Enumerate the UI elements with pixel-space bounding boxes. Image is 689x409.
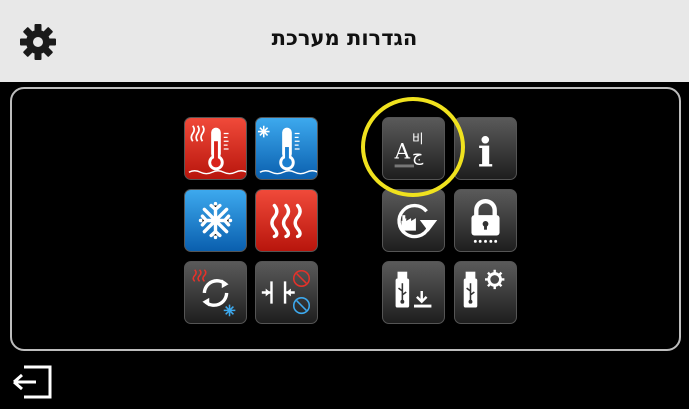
usb-settings-icon <box>463 269 505 308</box>
deadband-icon <box>261 269 311 315</box>
language-icon: A 비 ج <box>394 131 424 168</box>
thermometer-heat-icon <box>188 125 246 175</box>
usb-download-icon <box>395 271 432 308</box>
heat-cool-cycle-icon <box>192 269 236 317</box>
info-glyph: i <box>478 128 493 176</box>
lock-button[interactable] <box>454 189 517 252</box>
usb-download-button[interactable] <box>382 261 445 324</box>
language-latin-glyph: A <box>394 140 411 165</box>
heating-temperature-button[interactable] <box>184 117 247 180</box>
cooling-temperature-button[interactable] <box>255 117 318 180</box>
usb-settings-button[interactable] <box>454 261 517 324</box>
exit-icon[interactable] <box>10 363 58 401</box>
settings-panel <box>10 87 681 351</box>
info-button[interactable]: i <box>454 117 517 180</box>
cooling-mode-button[interactable] <box>184 189 247 252</box>
page-title: הגדרות מערכת <box>271 26 418 50</box>
factory-reset-icon <box>397 203 438 239</box>
deadband-button[interactable] <box>255 261 318 324</box>
header-bar: הגדרות מערכת <box>0 0 689 82</box>
lock-icon <box>471 198 500 243</box>
info-icon: i <box>478 128 493 176</box>
language-hangul-glyph: 비 <box>412 131 424 146</box>
heating-mode-button[interactable] <box>255 189 318 252</box>
thermometer-cool-icon <box>257 125 317 175</box>
snowflake-icon <box>198 201 233 240</box>
factory-reset-button[interactable] <box>382 189 445 252</box>
language-arabic-glyph: ج <box>412 146 424 166</box>
changeover-button[interactable] <box>184 261 247 324</box>
heat-waves-icon <box>270 203 302 239</box>
language-button[interactable]: A 비 ج <box>382 117 445 180</box>
